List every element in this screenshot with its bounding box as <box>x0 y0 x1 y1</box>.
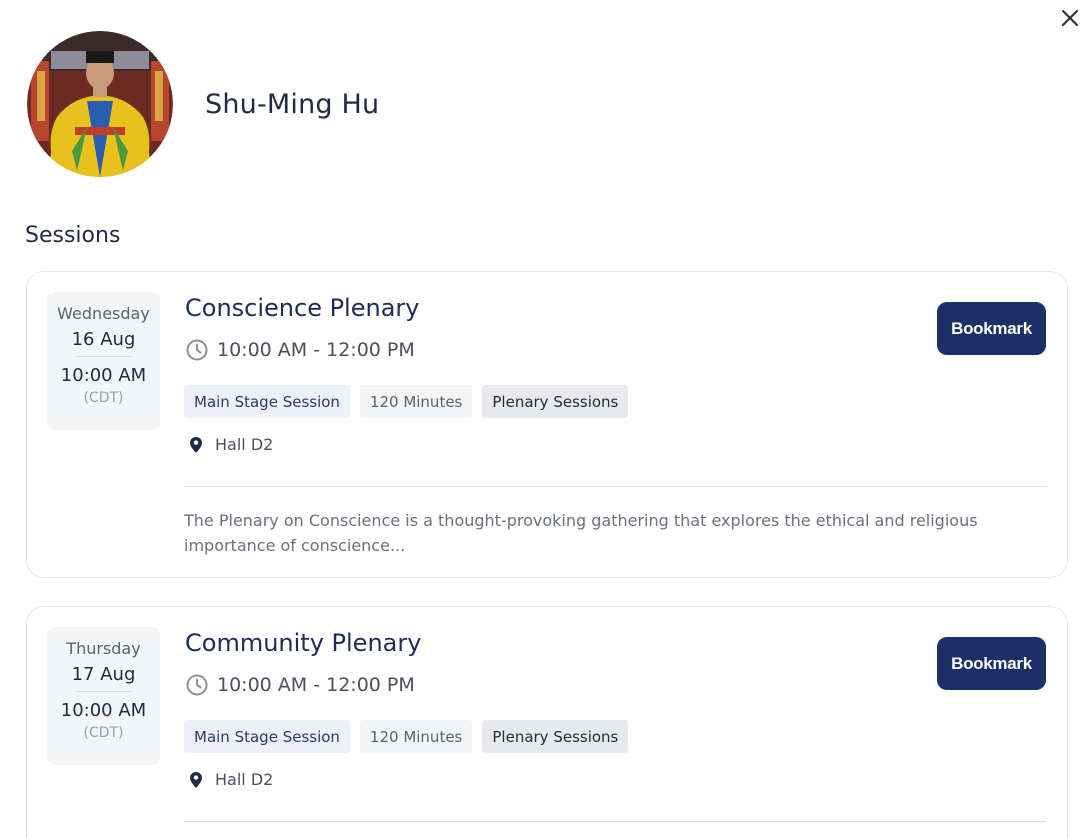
date-divider <box>74 356 133 357</box>
close-icon <box>1061 9 1079 27</box>
session-start-time: 10:00 AM <box>60 700 147 721</box>
session-day: Thursday <box>66 639 141 658</box>
session-card[interactable]: Wednesday 16 Aug 10:00 AM (CDT) Conscien… <box>26 271 1068 578</box>
location-pin-icon <box>190 436 202 453</box>
session-title[interactable]: Conscience Plenary <box>185 294 419 322</box>
session-location-row: Hall D2 <box>189 435 273 454</box>
session-duration-tag: 120 Minutes <box>359 720 473 753</box>
card-divider <box>184 821 1046 822</box>
session-time-row: 10:00 AM - 12:00 PM <box>185 673 415 697</box>
session-location: Hall D2 <box>215 435 274 454</box>
session-type-tag: Main Stage Session <box>184 385 350 418</box>
close-button[interactable] <box>1058 6 1082 30</box>
session-day: Wednesday <box>57 304 150 323</box>
session-description: The Plenary on Conscience is a thought-p… <box>184 511 978 555</box>
session-title[interactable]: Community Plenary <box>185 629 421 657</box>
session-date-box: Wednesday 16 Aug 10:00 AM (CDT) <box>47 292 160 430</box>
session-track-tag: Plenary Sessions <box>482 385 629 418</box>
session-timezone: (CDT) <box>83 725 124 741</box>
date-divider <box>74 691 133 692</box>
session-tags: Main Stage Session 120 Minutes Plenary S… <box>184 385 629 418</box>
clock-icon <box>186 674 208 696</box>
bookmark-button[interactable]: Bookmark <box>937 637 1046 690</box>
speaker-avatar <box>27 31 173 177</box>
session-card[interactable]: Thursday 17 Aug 10:00 AM (CDT) Community… <box>26 606 1068 838</box>
session-track-tag: Plenary Sessions <box>482 720 629 753</box>
session-date: 17 Aug <box>71 664 136 685</box>
session-location-row: Hall D2 <box>189 770 273 789</box>
session-date-box: Thursday 17 Aug 10:00 AM (CDT) <box>47 627 160 765</box>
bookmark-button[interactable]: Bookmark <box>937 302 1046 355</box>
session-start-time: 10:00 AM <box>60 365 147 386</box>
sessions-heading: Sessions <box>25 223 121 248</box>
session-date: 16 Aug <box>71 329 136 350</box>
session-location: Hall D2 <box>215 770 274 789</box>
clock-icon <box>186 339 208 361</box>
session-timezone: (CDT) <box>83 390 124 406</box>
speaker-portrait-icon <box>27 31 173 177</box>
speaker-header: Shu-Ming Hu <box>27 31 379 177</box>
location-pin-icon <box>190 771 202 788</box>
speaker-name: Shu-Ming Hu <box>205 88 380 120</box>
session-time-range: 10:00 AM - 12:00 PM <box>217 674 415 696</box>
card-divider <box>184 486 1046 487</box>
session-time-range: 10:00 AM - 12:00 PM <box>217 339 415 361</box>
session-time-row: 10:00 AM - 12:00 PM <box>185 338 415 362</box>
session-type-tag: Main Stage Session <box>184 720 350 753</box>
session-tags: Main Stage Session 120 Minutes Plenary S… <box>184 720 629 753</box>
session-duration-tag: 120 Minutes <box>359 385 473 418</box>
